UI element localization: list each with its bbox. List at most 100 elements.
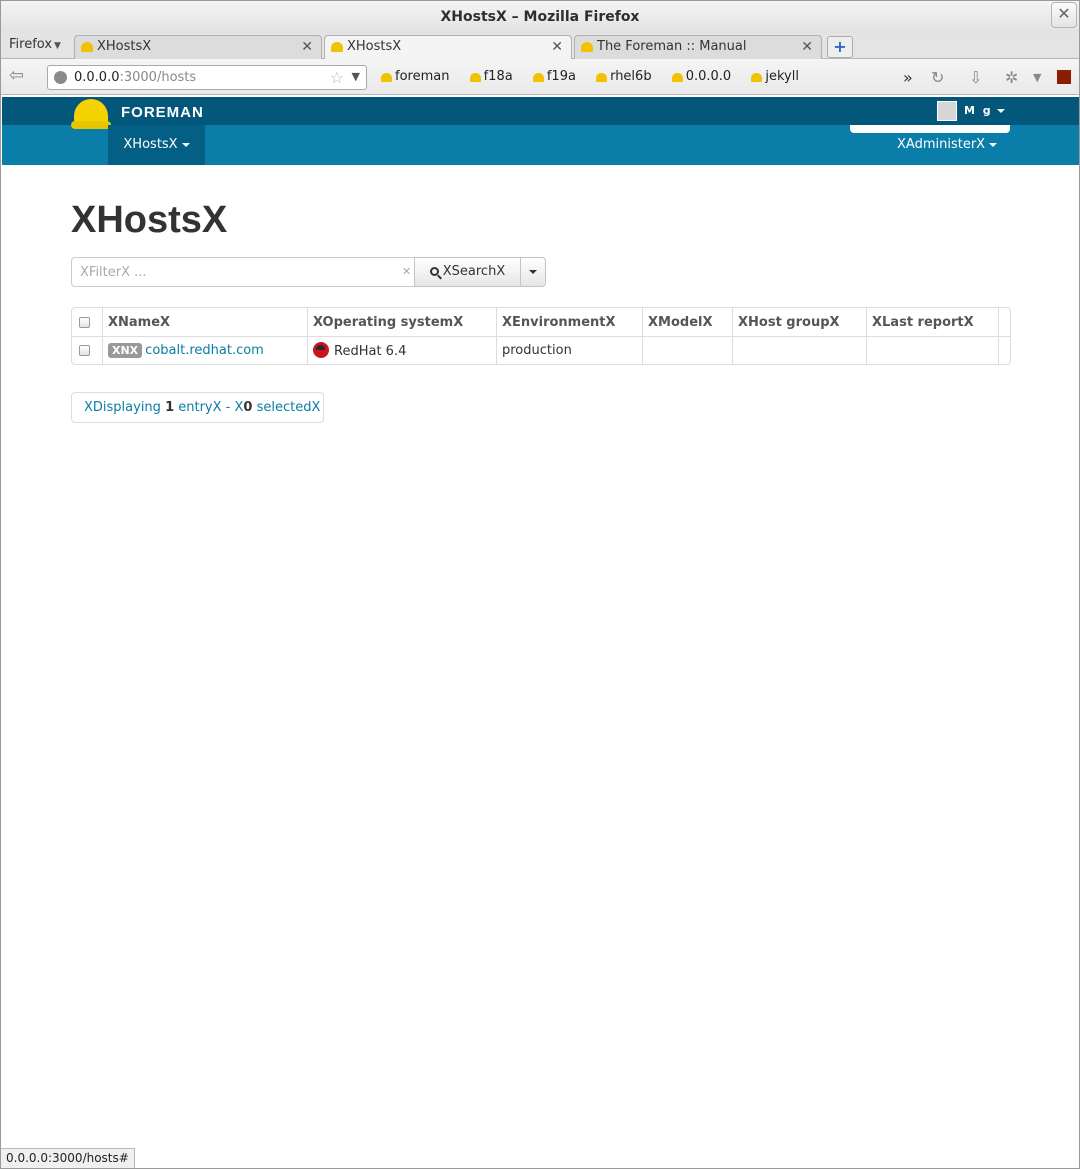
search-bookmarks-dropdown[interactable] — [520, 257, 546, 287]
addon-bug-icon[interactable]: ✲ — [1005, 68, 1018, 87]
bookmarks-overflow-icon[interactable]: » — [903, 68, 913, 87]
back-arrow-icon[interactable]: ⇦ — [9, 66, 33, 88]
bookmark-f19a[interactable]: f19a — [532, 69, 576, 84]
page-title: XHostsX — [71, 199, 228, 241]
firefox-menu-label: Firefox — [9, 37, 53, 52]
tab-manual[interactable]: The Foreman :: Manual ✕ — [574, 35, 822, 59]
search-button[interactable]: XSearchX — [414, 257, 521, 287]
caret-down-icon — [529, 269, 537, 274]
tab-close-icon[interactable]: ✕ — [551, 36, 563, 58]
new-tab-plus-icon[interactable]: + — [827, 36, 853, 58]
select-all-checkbox[interactable] — [79, 316, 90, 328]
foreman-favicon-icon — [596, 73, 608, 82]
foreman-helmet-logo-icon[interactable] — [71, 99, 111, 133]
pager-suffix: selectedX — [252, 400, 321, 415]
host-name-cell: XNX cobalt.redhat.com — [102, 336, 307, 364]
host-environment-cell: production — [496, 336, 642, 364]
foreman-favicon-icon — [581, 42, 593, 52]
tab-label: The Foreman :: Manual — [597, 39, 747, 54]
url-dropdown-chevron-icon[interactable]: ▼ — [352, 70, 360, 83]
foreman-favicon-icon — [532, 73, 544, 82]
column-header-model[interactable]: XModelX — [642, 308, 732, 336]
tab-hosts-1[interactable]: XHostsX ✕ — [74, 35, 322, 59]
foreman-favicon-icon — [81, 42, 93, 52]
caret-down-icon — [996, 109, 1005, 113]
host-link[interactable]: cobalt.redhat.com — [145, 343, 264, 358]
search-icon — [429, 267, 439, 276]
bookmarks-toolbar: foreman f18a f19a rhel6b 0.0.0.0 jekyll — [381, 69, 815, 84]
nav-hosts-label: XHostsX — [123, 137, 178, 152]
nav-administer-label: XAdministerX — [897, 137, 986, 152]
column-header-name[interactable]: XNameX — [102, 308, 307, 336]
menu-square-icon[interactable] — [1057, 70, 1071, 84]
pager-prefix: XDisplaying — [84, 400, 166, 415]
search-input[interactable] — [71, 257, 415, 287]
redhat-icon — [313, 342, 329, 358]
reload-icon[interactable]: ↻ — [931, 68, 944, 87]
column-header-hostgroup[interactable]: XHost groupX — [732, 308, 866, 336]
bookmark-label: 0.0.0.0 — [685, 69, 732, 84]
bookmark-label: jekyll — [765, 69, 799, 84]
table-row: XNX cobalt.redhat.com RedHat 6.4 producti… — [72, 336, 1010, 364]
tab-strip: Firefox ▼ XHostsX ✕ XHostsX ✕ The Foreman… — [1, 33, 1079, 60]
row-select-cell — [72, 336, 102, 364]
pager-count: 1 — [165, 400, 175, 415]
foreman-favicon-icon — [671, 73, 683, 82]
chevron-down-icon: ▼ — [54, 41, 61, 51]
bookmark-rhel6b[interactable]: rhel6b — [596, 69, 652, 84]
hosts-table: XNameX XOperating systemX XEnvironmentX … — [71, 307, 1011, 365]
status-badge: XNX — [108, 343, 143, 358]
column-header-actions — [998, 308, 1010, 336]
foreman-favicon-icon — [751, 73, 763, 82]
nav-administer-menu[interactable]: XAdministerX — [897, 125, 998, 165]
foreman-favicon-icon — [469, 73, 481, 82]
download-arrow-icon[interactable]: ⇩ — [969, 68, 982, 87]
tab-hosts-2[interactable]: XHostsX ✕ — [324, 35, 572, 60]
search-button-label: XSearchX — [442, 264, 506, 279]
host-os-cell: RedHat 6.4 — [307, 336, 496, 364]
tab-label: XHostsX — [347, 39, 402, 54]
bookmark-foreman[interactable]: foreman — [381, 69, 449, 84]
bookmark-star-icon[interactable]: ☆ — [330, 68, 344, 87]
navigation-bar: ⇦ 0.0.0.0:3000/hosts ☆ ▼ foreman f18a f1… — [1, 59, 1079, 95]
caret-down-icon — [989, 142, 998, 147]
firefox-menu-button[interactable]: Firefox ▼ — [9, 37, 61, 52]
nav-hosts-menu[interactable]: XHostsX — [108, 125, 205, 165]
addon-dropdown-chevron-icon[interactable]: ▼ — [1033, 71, 1041, 84]
row-checkbox[interactable] — [79, 345, 90, 356]
caret-down-icon — [181, 142, 190, 147]
url-text[interactable]: 0.0.0.0:3000/hosts — [74, 70, 196, 85]
status-bar: 0.0.0.0:3000/hosts# — [1, 1148, 135, 1168]
column-header-environment[interactable]: XEnvironmentX — [496, 308, 642, 336]
host-actions-cell — [998, 336, 1010, 364]
bookmark-label: foreman — [395, 69, 450, 84]
bookmark-jekyll[interactable]: jekyll — [751, 69, 799, 84]
url-host: 0.0.0.0 — [74, 70, 120, 85]
pager-mid: entryX - X — [174, 400, 244, 415]
tab-label: XHostsX — [97, 39, 152, 54]
bookmark-label: rhel6b — [610, 69, 652, 84]
tab-close-icon[interactable]: ✕ — [301, 36, 313, 58]
window-close-icon[interactable]: ✕ — [1051, 2, 1077, 28]
host-os: RedHat 6.4 — [334, 344, 407, 359]
bookmark-f18a[interactable]: f18a — [469, 69, 513, 84]
browser-window: XHostsX – Mozilla Firefox ✕ Firefox ▼ XHo… — [0, 0, 1080, 1169]
column-header-os[interactable]: XOperating systemX — [307, 308, 496, 336]
pagination-info: XDisplaying 1 entryX - X0 selectedX — [71, 392, 324, 423]
select-all-cell — [72, 308, 102, 336]
column-header-last-report[interactable]: XLast reportX — [866, 308, 998, 336]
avatar — [937, 101, 957, 121]
clear-search-icon[interactable]: ✕ — [402, 265, 411, 278]
url-bar[interactable]: 0.0.0.0:3000/hosts ☆ ▼ — [47, 65, 367, 90]
bookmark-label: f19a — [546, 69, 576, 84]
foreman-brand[interactable]: FOREMAN — [121, 104, 204, 121]
host-model-cell — [642, 336, 732, 364]
host-last-report-cell — [866, 336, 998, 364]
tab-close-icon[interactable]: ✕ — [801, 36, 813, 58]
bookmark-localhost[interactable]: 0.0.0.0 — [671, 69, 732, 84]
title-bar: XHostsX – Mozilla Firefox ✕ — [1, 1, 1079, 33]
user-name: M g — [964, 104, 993, 117]
host-hostgroup-cell — [732, 336, 866, 364]
foreman-favicon-icon — [331, 42, 343, 52]
bookmark-label: f18a — [483, 69, 513, 84]
